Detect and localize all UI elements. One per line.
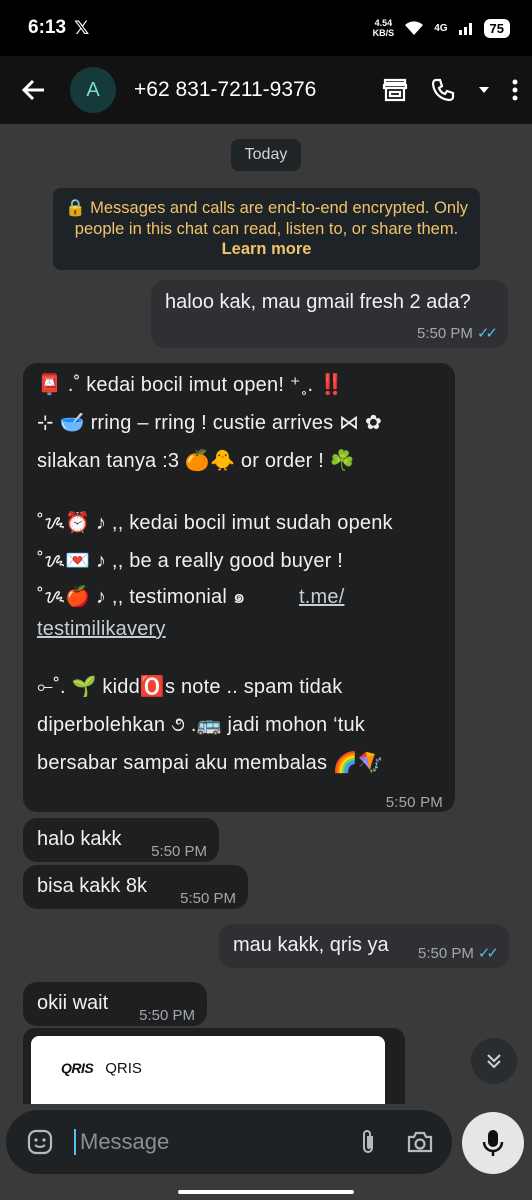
message-text: mau kakk, qris ya	[233, 934, 389, 956]
message-meta: 5:50 PM ✓✓	[417, 942, 499, 966]
arrow-left-icon[interactable]	[18, 76, 50, 104]
message-meta: 5:50 PM	[180, 887, 236, 911]
read-ticks-icon: ✓✓	[476, 325, 498, 342]
gesture-bar	[178, 1190, 354, 1194]
voice-message-button[interactable]	[462, 1112, 524, 1174]
signal-icon	[458, 23, 472, 35]
network-speed-unit: KB/S	[372, 28, 395, 38]
header-actions	[382, 77, 518, 103]
battery-level: 75	[483, 18, 510, 38]
message-line: ˚ᝰ⏰ ♪ ,, kedai bocil imut sudah openk	[37, 512, 393, 534]
wifi-icon	[405, 21, 424, 35]
chat-header: A +62 831-7211-9376	[0, 56, 532, 124]
message-meta: 5:50 PM	[139, 1004, 195, 1028]
message-line: 📮 .˚ kedai bocil imut open! ⁺˳. ‼️	[37, 374, 345, 396]
network-speed-value: 4.54	[374, 18, 393, 28]
read-ticks-icon: ✓✓	[477, 945, 499, 962]
message-time: 5:50 PM	[180, 890, 236, 907]
message-input[interactable]: Message	[74, 1129, 330, 1155]
avatar[interactable]: A	[70, 67, 116, 113]
network-type: 4G	[434, 22, 448, 34]
contact-name[interactable]: +62 831-7211-9376	[134, 78, 382, 102]
chevron-down-icon[interactable]	[478, 85, 490, 95]
message-text: halo kakk	[37, 828, 122, 850]
message-line: bersabar sampai aku membalas 🌈🪁	[37, 752, 384, 774]
more-vertical-icon[interactable]	[512, 78, 518, 102]
status-bar: 6:13 𝕏 4.54 KB/S 4G 75	[0, 0, 532, 56]
qris-image[interactable]: QRIS QRIS	[31, 1036, 385, 1108]
x-logo-icon: 𝕏	[74, 17, 90, 39]
message-outgoing[interactable]: haloo kak, mau gmail fresh 2 ada? 5:50 P…	[151, 280, 508, 348]
message-incoming[interactable]: okii wait 5:50 PM	[23, 982, 207, 1026]
message-text: haloo kak, mau gmail fresh 2 ada?	[165, 291, 471, 313]
status-time: 6:13	[28, 17, 67, 38]
message-meta: 5:50 PM ✓✓	[416, 322, 498, 346]
network-speed: 4.54 KB/S	[373, 18, 395, 38]
composer: Message	[0, 1104, 532, 1200]
message-time: 5:50 PM	[417, 945, 474, 962]
qris-label: QRIS	[105, 1060, 142, 1077]
sticker-icon[interactable]	[24, 1128, 56, 1156]
message-time: 5:50 PM	[385, 794, 443, 811]
message-incoming[interactable]: 📮 .˚ kedai bocil imut open! ⁺˳. ‼️ ⊹ 🥣 r…	[23, 363, 455, 812]
encryption-text: 🔒 Messages and calls are end-to-end encr…	[65, 199, 469, 238]
paperclip-icon[interactable]	[360, 1128, 376, 1156]
message-line: diperbolehkan ૭ .🚌 jadi mohon ‘tuk	[37, 714, 366, 736]
message-time: 5:50 PM	[151, 843, 207, 860]
camera-icon[interactable]	[406, 1130, 434, 1154]
message-line: ˚ᝰ💌 ♪ ,, be a really good buyer !	[37, 550, 344, 572]
store-icon[interactable]	[382, 78, 408, 102]
date-chip: Today	[231, 139, 301, 171]
phone-icon[interactable]	[430, 77, 456, 103]
message-line: ⟜˚. 🌱 kidd🅾️s note .. spam tidak	[37, 676, 343, 698]
message-time: 5:50 PM	[416, 325, 473, 342]
status-time-group: 6:13 𝕏	[28, 17, 89, 40]
message-outgoing[interactable]: mau kakk, qris ya 5:50 PM ✓✓	[219, 924, 509, 968]
message-text: bisa kakk 8k	[37, 875, 148, 897]
message-incoming[interactable]: bisa kakk 8k 5:50 PM	[23, 865, 248, 909]
testimonial-link-cont[interactable]: testimilikavery	[37, 617, 166, 641]
scroll-to-bottom-button[interactable]	[471, 1038, 517, 1084]
testimonial-link[interactable]: t.me/	[299, 585, 344, 609]
qris-logo: QRIS	[61, 1060, 94, 1076]
learn-more-link[interactable]: Learn more	[222, 240, 312, 258]
microphone-icon	[482, 1130, 504, 1156]
message-line: ⊹ 🥣 rring – rring ! custie arrives ⋈ ✿	[37, 412, 382, 434]
chevrons-down-icon	[487, 1054, 501, 1069]
message-text: okii wait	[37, 992, 109, 1014]
chat-area[interactable]: Today 🔒 Messages and calls are end-to-en…	[0, 124, 532, 1108]
message-incoming[interactable]: halo kakk 5:50 PM	[23, 818, 219, 862]
status-icons: 4.54 KB/S 4G 75	[373, 18, 510, 38]
image-message[interactable]: QRIS QRIS	[23, 1028, 405, 1108]
message-meta: 5:50 PM	[386, 791, 443, 815]
message-line: ˚ᝰ🍎 ♪ ,, testimonial ๑	[37, 586, 246, 608]
encryption-notice[interactable]: 🔒 Messages and calls are end-to-end encr…	[53, 188, 480, 270]
message-meta: 5:50 PM	[151, 840, 207, 864]
message-line: silakan tanya :3 🍊🐥 or order ! ☘️	[37, 450, 355, 472]
message-input-container[interactable]: Message	[6, 1110, 452, 1174]
message-time: 5:50 PM	[139, 1007, 195, 1024]
